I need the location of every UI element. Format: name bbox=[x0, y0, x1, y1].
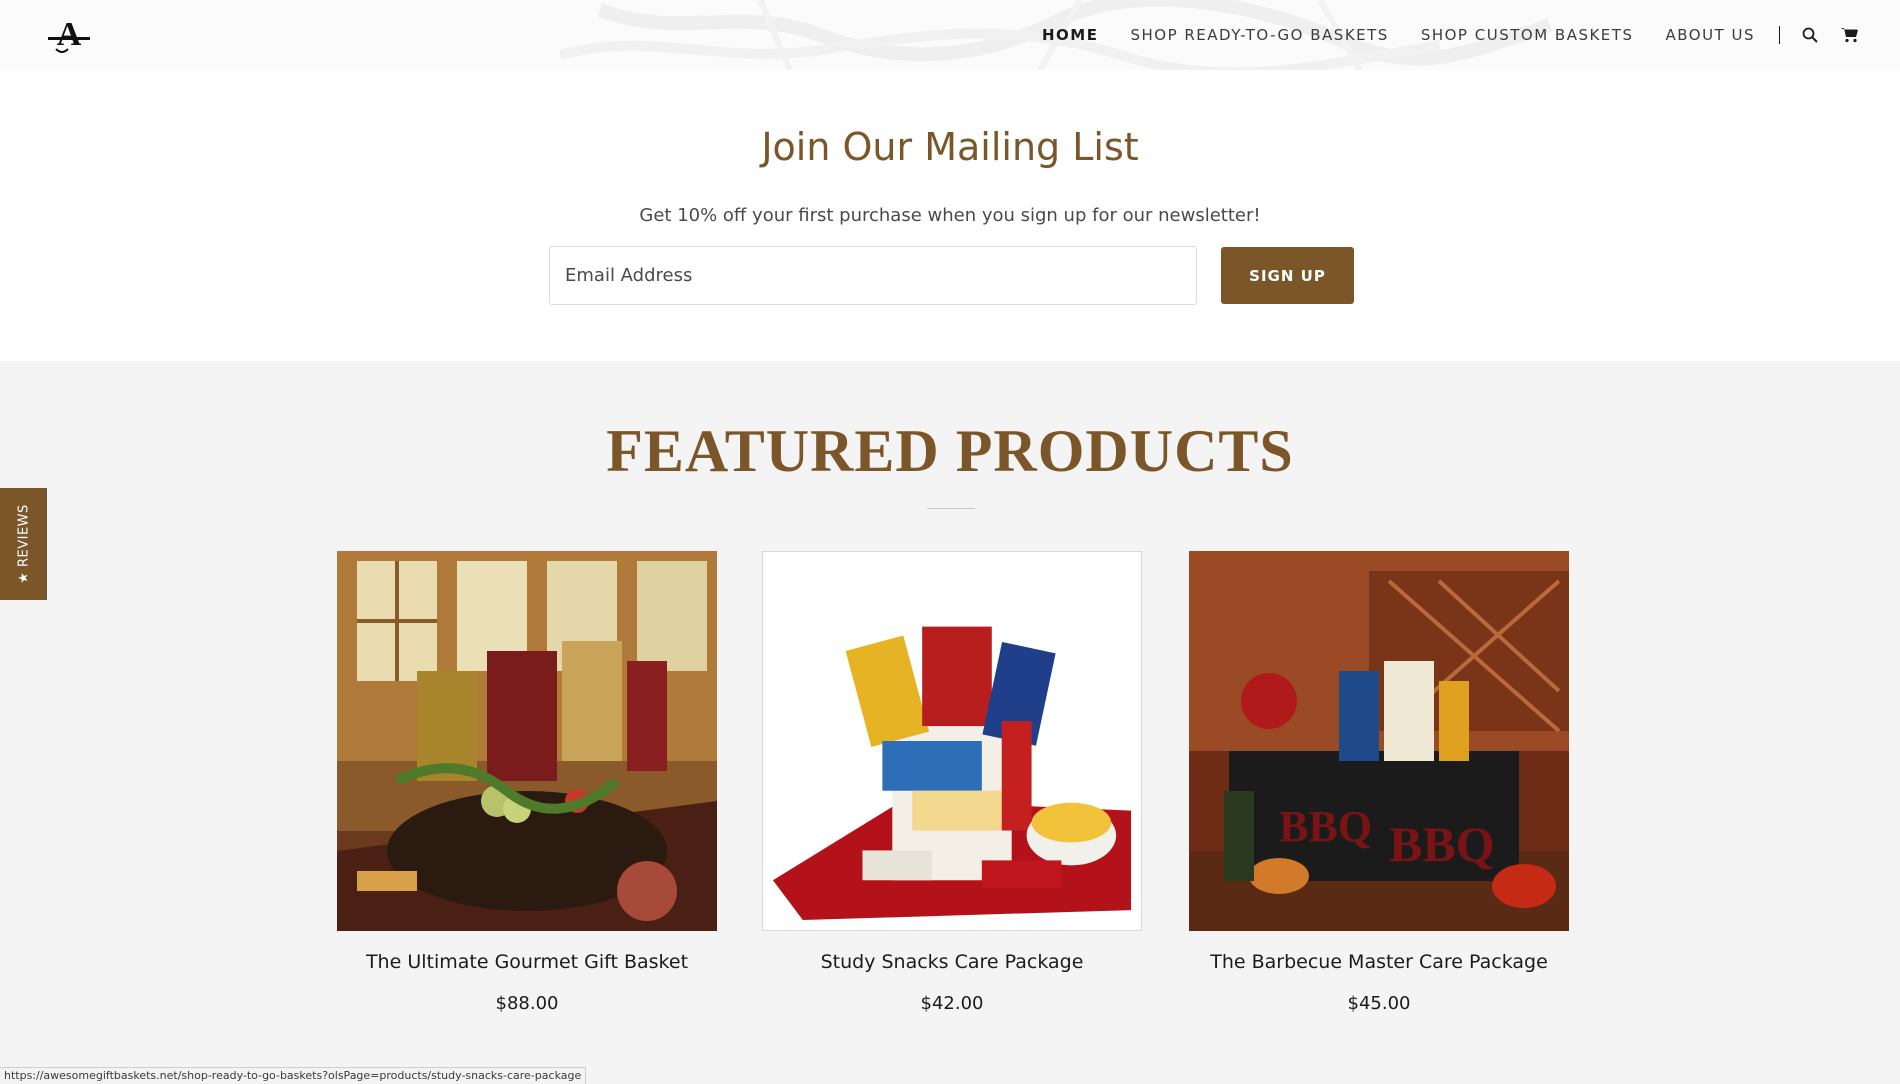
title-divider bbox=[927, 508, 975, 509]
product-card: BBQ BBQ The Barbecue Master Care Package… bbox=[1189, 551, 1569, 1014]
nav-shop-custom-baskets[interactable]: SHOP CUSTOM BASKETS bbox=[1421, 26, 1634, 44]
product-name[interactable]: Study Snacks Care Package bbox=[762, 951, 1142, 973]
svg-text:BBQ: BBQ bbox=[1389, 816, 1495, 872]
featured-products-section: FEATURED PRODUCTS The Ultimate Gourmet G… bbox=[0, 361, 1900, 1084]
product-image-bbq-package[interactable]: BBQ BBQ bbox=[1189, 551, 1569, 931]
mailing-list-section: Join Our Mailing List Get 10% off your f… bbox=[0, 70, 1900, 361]
search-icon[interactable] bbox=[1800, 25, 1820, 45]
product-price: $45.00 bbox=[1347, 993, 1411, 1014]
product-image-gourmet-basket[interactable] bbox=[337, 551, 717, 931]
cart-icon[interactable] bbox=[1840, 25, 1860, 45]
browser-status-bar: https://awesomegiftbaskets.net/shop-read… bbox=[0, 1067, 587, 1084]
svg-text:A: A bbox=[57, 16, 82, 53]
nav-shop-ready-to-go-baskets[interactable]: SHOP READY-TO-GO BASKETS bbox=[1130, 26, 1388, 44]
product-card: Study Snacks Care Package $42.00 bbox=[762, 551, 1142, 1014]
svg-text:BBQ: BBQ bbox=[1279, 802, 1372, 851]
product-name[interactable]: The Ultimate Gourmet Gift Basket bbox=[337, 951, 717, 973]
product-name[interactable]: The Barbecue Master Care Package bbox=[1189, 951, 1569, 973]
main-nav: HOME SHOP READY-TO-GO BASKETS SHOP CUSTO… bbox=[1010, 0, 1900, 70]
product-price: $88.00 bbox=[495, 993, 559, 1014]
product-image-study-snacks[interactable] bbox=[762, 551, 1142, 931]
email-field[interactable] bbox=[549, 246, 1197, 305]
featured-products-title: FEATURED PRODUCTS bbox=[606, 418, 1294, 484]
nav-about-us[interactable]: ABOUT US bbox=[1665, 26, 1755, 44]
reviews-tab[interactable]: ★ REVIEWS bbox=[0, 488, 47, 600]
nav-home[interactable]: HOME bbox=[1042, 26, 1098, 44]
product-card: The Ultimate Gourmet Gift Basket $88.00 bbox=[337, 551, 717, 1014]
reviews-tab-label: ★ REVIEWS bbox=[16, 504, 31, 584]
logo[interactable]: A bbox=[46, 15, 92, 57]
page: A HOME SHOP READY-TO-GO BASKETS SHOP CUS… bbox=[0, 0, 1900, 1084]
mailing-list-title: Join Our Mailing List bbox=[761, 125, 1139, 169]
site-header: A HOME SHOP READY-TO-GO BASKETS SHOP CUS… bbox=[0, 0, 1900, 70]
nav-divider bbox=[1779, 26, 1780, 44]
product-price: $42.00 bbox=[920, 993, 984, 1014]
mailing-list-subtitle: Get 10% off your first purchase when you… bbox=[639, 205, 1261, 226]
sign-up-button[interactable]: SIGN UP bbox=[1221, 247, 1354, 304]
